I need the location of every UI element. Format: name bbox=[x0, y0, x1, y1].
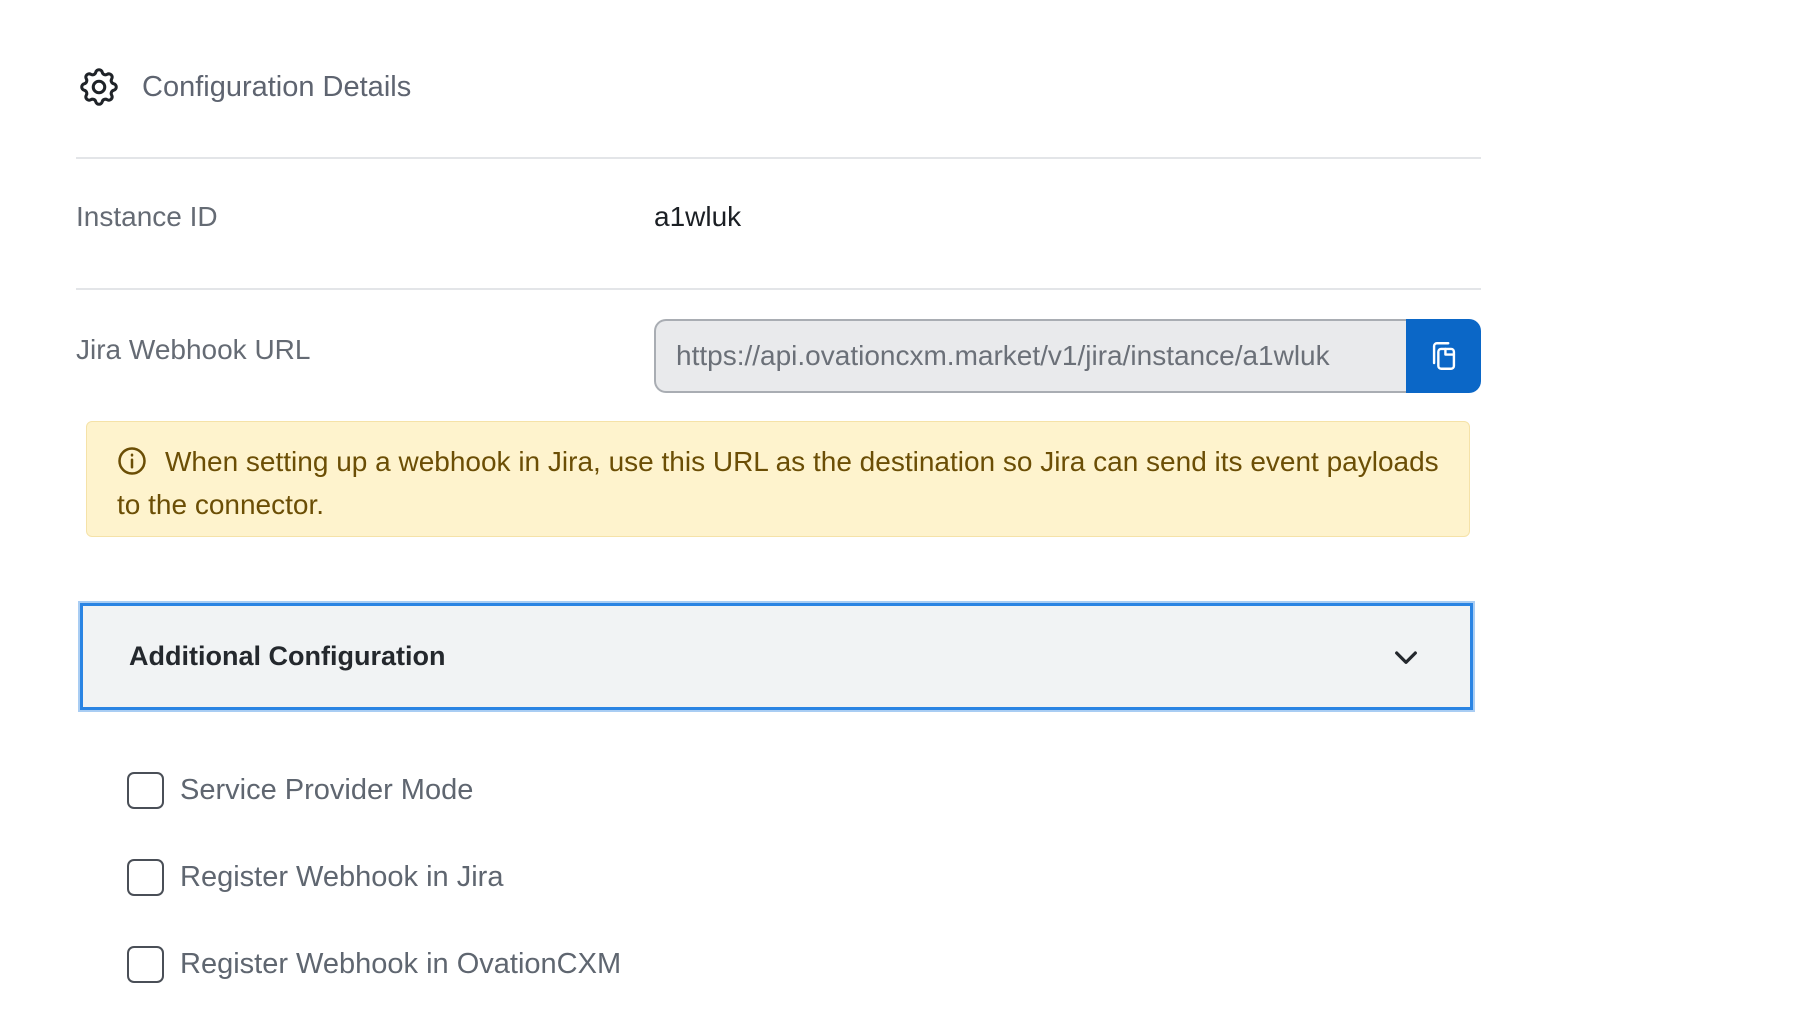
service-provider-mode-checkbox[interactable] bbox=[127, 772, 164, 809]
additional-configuration-toggle[interactable]: Additional Configuration bbox=[80, 603, 1473, 710]
register-webhook-jira-checkbox[interactable] bbox=[127, 859, 164, 896]
alert-text: When setting up a webhook in Jira, use t… bbox=[117, 446, 1439, 520]
webhook-url-group bbox=[654, 319, 1481, 393]
configuration-page: Configuration Details Instance ID a1wluk… bbox=[0, 0, 1818, 1034]
instance-id-value: a1wluk bbox=[654, 201, 742, 232]
section-header: Configuration Details bbox=[76, 64, 411, 110]
divider bbox=[76, 288, 1481, 290]
instance-id-label: Instance ID bbox=[76, 201, 218, 232]
option-label: Register Webhook in Jira bbox=[180, 861, 504, 893]
chevron-down-icon bbox=[1395, 650, 1417, 664]
register-webhook-ovationcxm-checkbox[interactable] bbox=[127, 946, 164, 983]
register-webhook-jira-option[interactable]: Register Webhook in Jira bbox=[127, 859, 503, 896]
divider bbox=[76, 157, 1481, 159]
register-webhook-ovationcxm-option[interactable]: Register Webhook in OvationCXM bbox=[127, 946, 621, 983]
copy-icon bbox=[1432, 342, 1455, 370]
webhook-info-alert: When setting up a webhook in Jira, use t… bbox=[86, 421, 1470, 537]
section-title: Configuration Details bbox=[142, 70, 412, 103]
info-icon bbox=[118, 447, 146, 475]
copy-url-button[interactable] bbox=[1406, 319, 1481, 393]
accordion-title: Additional Configuration bbox=[129, 641, 446, 671]
webhook-url-field[interactable] bbox=[654, 319, 1406, 393]
gear-icon bbox=[80, 68, 118, 106]
option-label: Register Webhook in OvationCXM bbox=[180, 948, 622, 980]
service-provider-mode-option[interactable]: Service Provider Mode bbox=[127, 772, 473, 809]
webhook-url-label: Jira Webhook URL bbox=[76, 334, 311, 365]
option-label: Service Provider Mode bbox=[180, 774, 474, 806]
